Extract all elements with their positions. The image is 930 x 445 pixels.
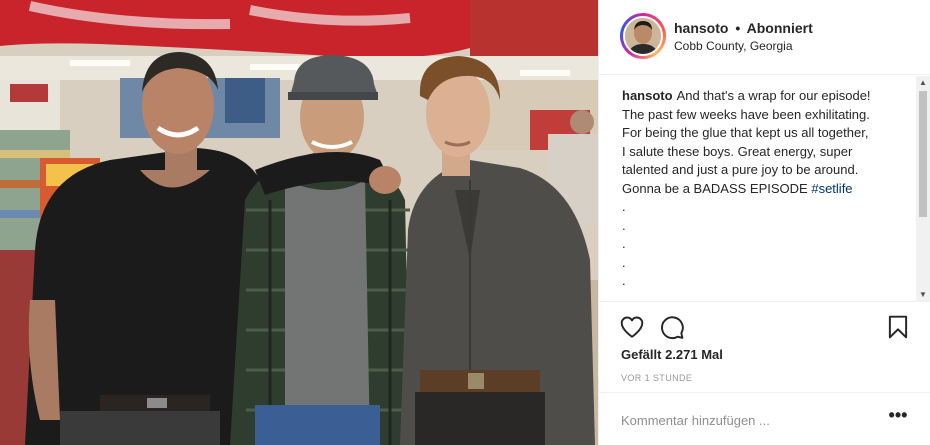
more-options-button[interactable]: ••• bbox=[887, 406, 909, 429]
avatar[interactable] bbox=[623, 16, 663, 56]
username-link[interactable]: hansoto bbox=[674, 20, 728, 36]
bookmark-icon bbox=[888, 315, 908, 339]
caption-dot: . bbox=[622, 254, 626, 270]
caption-line-1: And that's a wrap for our episode! bbox=[676, 88, 871, 103]
scrollbar-thumb[interactable] bbox=[919, 91, 927, 217]
caption-scrollbar[interactable]: ▲ ▼ bbox=[916, 76, 930, 302]
caption-dot: . bbox=[622, 273, 626, 288]
caption-line-6: Gonna be a BADASS EPISODE bbox=[622, 180, 808, 196]
caption: hansoto And that's a wrap for our episode… bbox=[622, 87, 912, 302]
story-ring[interactable] bbox=[620, 13, 666, 59]
location-link[interactable]: Cobb County, Georgia bbox=[674, 39, 793, 53]
caption-line-2: The past few weeks have been exhilitatin… bbox=[622, 106, 870, 122]
caption-dot: . bbox=[622, 199, 626, 214]
speech-bubble-icon bbox=[661, 316, 684, 340]
caption-dot: . bbox=[622, 291, 626, 302]
post-photo[interactable] bbox=[0, 0, 598, 445]
caption-dots: . . . . . . bbox=[622, 198, 912, 302]
comment-box: ••• bbox=[599, 392, 930, 445]
comment-button[interactable] bbox=[659, 314, 687, 342]
heart-icon bbox=[620, 316, 644, 338]
post-timestamp[interactable]: VOR 1 STUNDE bbox=[621, 373, 692, 383]
separator-dot: • bbox=[735, 20, 741, 36]
comment-input[interactable] bbox=[621, 411, 871, 429]
caption-dot: . bbox=[622, 217, 626, 233]
post-photo-illustration bbox=[0, 0, 598, 445]
post-header: hansoto • Abonniert Cobb County, Georgia bbox=[599, 0, 930, 75]
profile-photo-icon bbox=[625, 18, 661, 54]
save-button[interactable] bbox=[885, 314, 913, 342]
likes-count[interactable]: Gefällt 2.271 Mal bbox=[621, 347, 723, 362]
caption-line-4: I salute these boys. Great energy, super bbox=[622, 143, 853, 159]
caption-line-5: talented and just a pure joy to be aroun… bbox=[622, 162, 859, 177]
caption-dot: . bbox=[622, 236, 626, 251]
action-bar bbox=[599, 306, 930, 346]
scroll-down-arrow-icon[interactable]: ▼ bbox=[916, 288, 930, 302]
caption-area[interactable]: hansoto And that's a wrap for our episode… bbox=[599, 76, 930, 302]
header-line: hansoto • Abonniert bbox=[674, 20, 813, 36]
caption-line-3: For being the glue that kept us all toge… bbox=[622, 125, 869, 140]
scroll-up-arrow-icon[interactable]: ▲ bbox=[916, 76, 930, 90]
caption-username-link[interactable]: hansoto bbox=[622, 88, 673, 103]
like-button[interactable] bbox=[619, 314, 647, 342]
follow-status-button[interactable]: Abonniert bbox=[747, 20, 813, 36]
instagram-post: hansoto • Abonniert Cobb County, Georgia… bbox=[0, 0, 930, 445]
hashtag-link[interactable]: #setlife bbox=[811, 181, 852, 196]
post-side-panel: hansoto • Abonniert Cobb County, Georgia… bbox=[598, 0, 930, 445]
